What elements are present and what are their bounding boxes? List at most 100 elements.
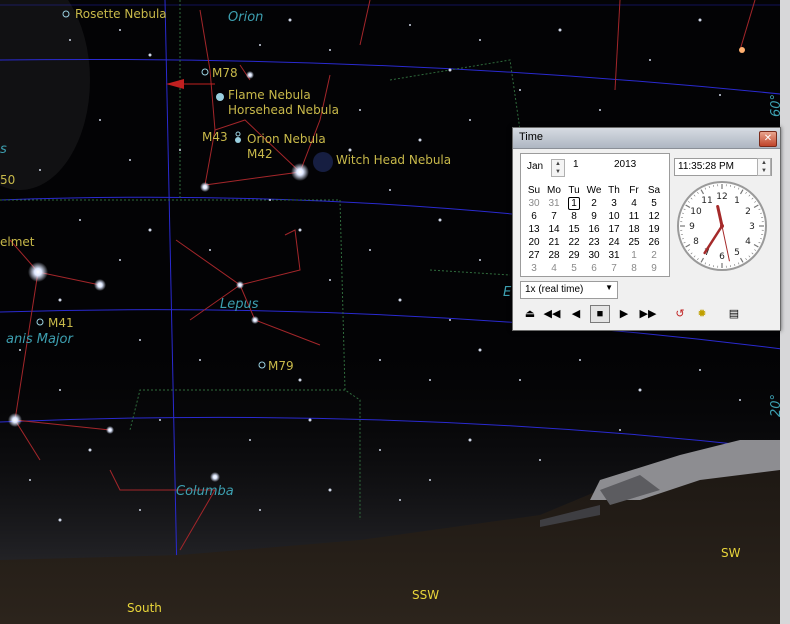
clock-numeral: 10 xyxy=(690,207,702,217)
calendar-panel: Jan ▲ ▼ 1 2013 Su Mo Tu We Th Fr Sa 30 31… xyxy=(520,153,670,277)
label-horsehead-nebula[interactable]: Horsehead Nebula xyxy=(228,103,339,117)
label-m41[interactable]: M41 xyxy=(48,316,74,330)
calendar-day[interactable]: 20 xyxy=(524,236,544,249)
calendar-day[interactable]: 10 xyxy=(604,210,624,223)
now-icon[interactable]: ✹ xyxy=(692,305,712,323)
step-back-icon[interactable]: ◀ xyxy=(566,305,586,323)
eject-icon[interactable]: ⏏ xyxy=(520,305,540,323)
direction-sw: SW xyxy=(721,546,741,560)
reset-icon[interactable]: ↺ xyxy=(670,305,690,323)
calendar-day[interactable]: 23 xyxy=(584,236,604,249)
clock-numeral: 11 xyxy=(701,196,712,206)
play-icon[interactable]: ▶ xyxy=(614,305,634,323)
chevron-down-icon: ▼ xyxy=(605,283,613,292)
rewind-fast-icon[interactable]: ◀◀ xyxy=(542,305,562,323)
label-orion[interactable]: Orion xyxy=(228,10,263,25)
calendar-day[interactable]: 16 xyxy=(584,223,604,236)
calendar-day[interactable]: 30 xyxy=(584,249,604,262)
calendar-day[interactable]: 8 xyxy=(624,262,644,275)
label-orion-nebula[interactable]: Orion Nebula xyxy=(247,132,326,146)
label-m78[interactable]: M78 xyxy=(212,66,238,80)
calendar-day[interactable]: 18 xyxy=(624,223,644,236)
calendar-day[interactable]: 3 xyxy=(524,262,544,275)
label-canis-major[interactable]: anis Major xyxy=(6,332,73,347)
year-value[interactable]: 2013 xyxy=(614,159,636,170)
day-value[interactable]: 1 xyxy=(573,159,579,170)
direction-south: South xyxy=(127,601,162,615)
weekday-fr: Fr xyxy=(629,185,639,196)
weekday-su: Su xyxy=(527,185,541,196)
calendar-day[interactable]: 22 xyxy=(564,236,584,249)
calendar-day[interactable]: 2 xyxy=(644,249,664,262)
label-witch-head-nebula[interactable]: Witch Head Nebula xyxy=(336,153,451,167)
label-right-edge-20: 20° xyxy=(769,393,785,418)
calendar-day[interactable]: 12 xyxy=(644,210,664,223)
calendar-day[interactable]: 2 xyxy=(584,197,604,210)
calendar-day[interactable]: 11 xyxy=(624,210,644,223)
label-flame-nebula[interactable]: Flame Nebula xyxy=(228,88,311,102)
weekday-mo: Mo xyxy=(547,185,561,196)
fast-forward-icon[interactable]: ▶▶ xyxy=(638,305,658,323)
month-value: Jan xyxy=(527,161,544,172)
calendar-day[interactable]: 17 xyxy=(604,223,624,236)
clock-numeral: 5 xyxy=(734,248,740,258)
calendar-day[interactable]: 1 xyxy=(624,249,644,262)
clock-numeral: 12 xyxy=(716,192,727,202)
calendar-day[interactable]: 9 xyxy=(584,210,604,223)
calendar-day[interactable]: 3 xyxy=(604,197,624,210)
label-m42[interactable]: M42 xyxy=(247,147,273,161)
calendar-day[interactable]: 25 xyxy=(624,236,644,249)
label-lepus[interactable]: Lepus xyxy=(220,297,259,312)
calendar-day[interactable]: 26 xyxy=(644,236,664,249)
label-m43[interactable]: M43 xyxy=(202,130,228,144)
calendar-day[interactable]: 27 xyxy=(524,249,544,262)
close-icon[interactable]: ✕ xyxy=(759,131,777,147)
calendar-grid: Su Mo Tu We Th Fr Sa 30 31 1 2 3 4 5 6 7… xyxy=(524,184,664,275)
calendar-day[interactable]: 8 xyxy=(564,210,584,223)
calendar-day[interactable]: 15 xyxy=(564,223,584,236)
clock-numeral: 6 xyxy=(719,252,725,262)
calendar-day[interactable]: 9 xyxy=(644,262,664,275)
calendar-day[interactable]: 29 xyxy=(564,249,584,262)
label-m79[interactable]: M79 xyxy=(268,359,294,373)
stop-icon[interactable]: ■ xyxy=(590,305,610,323)
title-bar[interactable]: Time ✕ xyxy=(513,128,780,149)
calendar-day[interactable]: 5 xyxy=(644,197,664,210)
month-spinner[interactable]: ▲ ▼ xyxy=(551,159,565,177)
calendar-day[interactable]: 4 xyxy=(544,262,564,275)
rate-value: 1x (real time) xyxy=(525,284,584,295)
calendar-day[interactable]: 7 xyxy=(604,262,624,275)
calendar-day-selected[interactable]: 1 xyxy=(564,197,584,210)
calendar-day[interactable]: 24 xyxy=(604,236,624,249)
calendar-day[interactable]: 31 xyxy=(544,197,564,210)
month-field[interactable]: Jan ▲ ▼ xyxy=(527,159,567,177)
time-dialog[interactable]: Time ✕ Jan ▲ ▼ 1 2013 Su Mo Tu We Th Fr S… xyxy=(512,127,781,331)
calendar-day[interactable]: 6 xyxy=(584,262,604,275)
label-columba[interactable]: Columba xyxy=(176,484,234,499)
calendar-day[interactable]: 28 xyxy=(544,249,564,262)
label-edge-e: E xyxy=(503,285,512,300)
calendar-day[interactable]: 4 xyxy=(624,197,644,210)
calendar-day[interactable]: 6 xyxy=(524,210,544,223)
calendar-day[interactable]: 14 xyxy=(544,223,564,236)
label-rosette-nebula[interactable]: Rosette Nebula xyxy=(75,7,167,21)
selected-day-label: 1 xyxy=(568,197,580,210)
time-spinner[interactable]: ▲ ▼ xyxy=(757,158,771,176)
rate-select[interactable]: 1x (real time) ▼ xyxy=(520,281,618,299)
calendar-day[interactable]: 19 xyxy=(644,223,664,236)
label-edge-s: s xyxy=(0,142,7,157)
options-icon[interactable]: ▤ xyxy=(724,305,744,323)
analog-clock: 1234567891011 12 xyxy=(674,178,770,274)
label-helmet[interactable]: elmet xyxy=(0,235,35,249)
clock-numeral: 2 xyxy=(745,207,751,217)
clock-numeral: 9 xyxy=(689,222,695,232)
calendar-day[interactable]: 31 xyxy=(604,249,624,262)
calendar-day[interactable]: 21 xyxy=(544,236,564,249)
calendar-day[interactable]: 13 xyxy=(524,223,544,236)
clock-numeral: 1 xyxy=(734,196,740,206)
time-input[interactable]: 11:35:28 PM ▲ ▼ xyxy=(674,158,772,176)
calendar-day[interactable]: 5 xyxy=(564,262,584,275)
calendar-day[interactable]: 30 xyxy=(524,197,544,210)
dialog-title: Time xyxy=(519,131,544,143)
calendar-day[interactable]: 7 xyxy=(544,210,564,223)
